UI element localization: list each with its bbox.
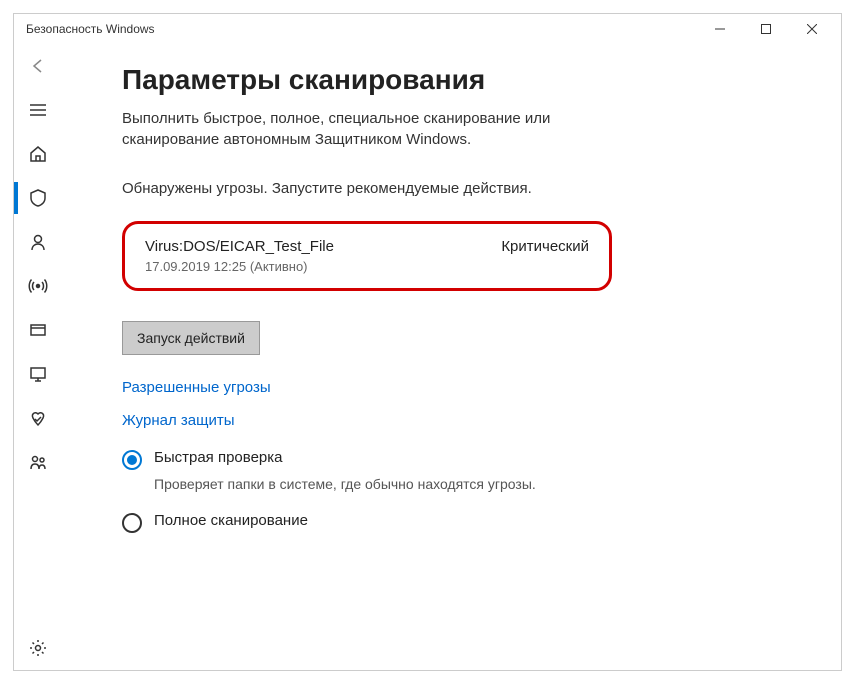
threat-alert-text: Обнаружены угрозы. Запустите рекомендуем… — [122, 180, 801, 197]
menu-button[interactable] — [14, 88, 62, 132]
sidebar-item-account[interactable] — [14, 220, 62, 264]
threat-severity: Критический — [501, 238, 589, 255]
sidebar-item-device-security[interactable] — [14, 352, 62, 396]
sidebar-item-settings[interactable] — [14, 626, 62, 670]
close-button[interactable] — [789, 14, 835, 44]
scan-option-full[interactable]: Полное сканирование — [122, 512, 801, 533]
back-button[interactable] — [14, 44, 62, 88]
window-controls — [697, 14, 835, 44]
scan-option-quick-desc: Проверяет папки в системе, где обычно на… — [154, 476, 801, 492]
sidebar-item-app-control[interactable] — [14, 308, 62, 352]
scan-option-full-label: Полное сканирование — [154, 512, 308, 529]
content-area: Параметры сканирования Выполнить быстрое… — [62, 44, 841, 670]
scan-option-quick[interactable]: Быстрая проверка — [122, 449, 801, 470]
sidebar-item-performance[interactable] — [14, 396, 62, 440]
page-title: Параметры сканирования — [122, 64, 801, 96]
threat-timestamp: 17.09.2019 12:25 (Активно) — [145, 259, 589, 274]
scan-option-quick-label: Быстрая проверка — [154, 449, 283, 466]
app-window: Безопасность Windows Параметры сканирова… — [13, 13, 842, 671]
sidebar-item-family[interactable] — [14, 440, 62, 484]
threat-card[interactable]: Virus:DOS/EICAR_Test_File Критический 17… — [122, 221, 612, 291]
radio-icon — [122, 450, 142, 470]
app-body: Параметры сканирования Выполнить быстрое… — [14, 44, 841, 670]
sidebar — [14, 44, 62, 670]
sidebar-item-protection[interactable] — [14, 176, 62, 220]
minimize-button[interactable] — [697, 14, 743, 44]
maximize-button[interactable] — [743, 14, 789, 44]
run-actions-button[interactable]: Запуск действий — [122, 321, 260, 355]
sidebar-item-firewall[interactable] — [14, 264, 62, 308]
radio-icon — [122, 513, 142, 533]
threat-name: Virus:DOS/EICAR_Test_File — [145, 238, 334, 255]
allowed-threats-link[interactable]: Разрешенные угрозы — [122, 379, 801, 396]
protection-history-link[interactable]: Журнал защиты — [122, 412, 801, 429]
page-subtitle: Выполнить быстрое, полное, специальное с… — [122, 108, 622, 150]
titlebar: Безопасность Windows — [14, 14, 841, 44]
scan-options: Быстрая проверка Проверяет папки в систе… — [122, 449, 801, 533]
window-title: Безопасность Windows — [26, 22, 155, 36]
sidebar-item-home[interactable] — [14, 132, 62, 176]
